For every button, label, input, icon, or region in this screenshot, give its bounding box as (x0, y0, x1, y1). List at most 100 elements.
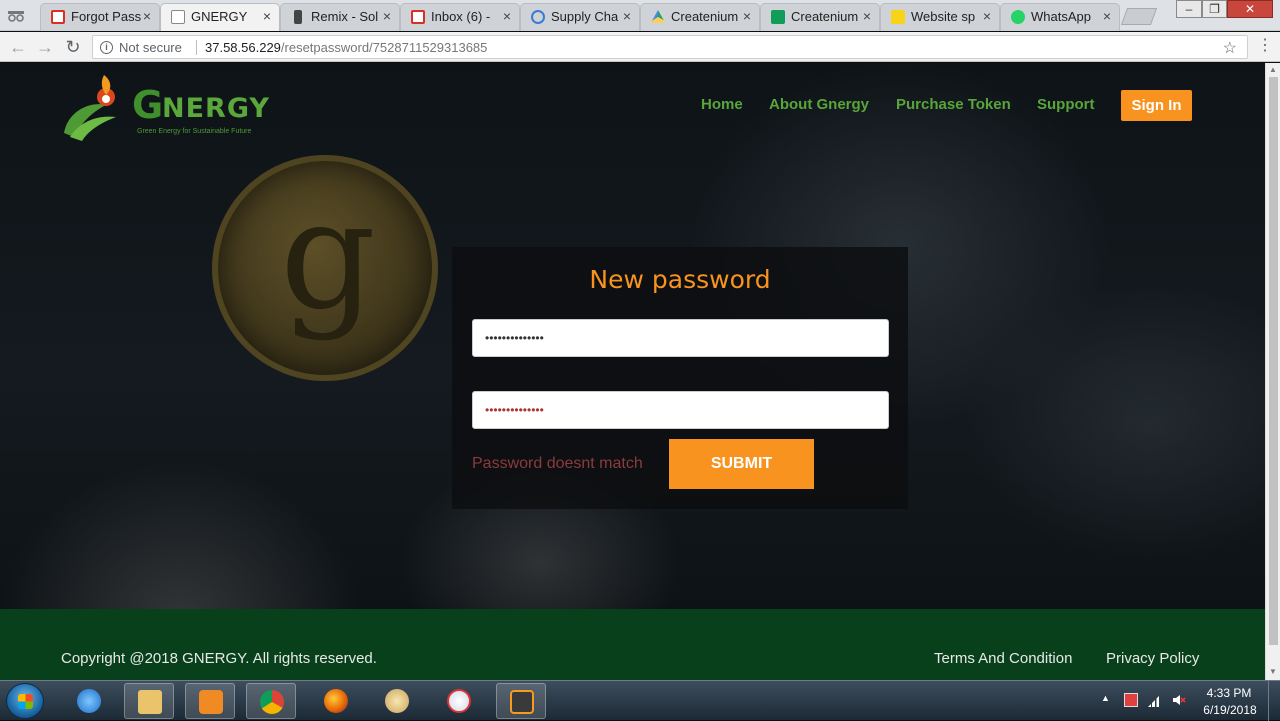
logo-g-letter: G (132, 83, 164, 127)
close-window-button[interactable]: ✕ (1227, 0, 1273, 18)
submit-button[interactable]: SUBMIT (669, 439, 814, 489)
ie-glyph (77, 689, 101, 713)
scroll-thumb[interactable] (1269, 77, 1278, 645)
terms-link[interactable]: Terms And Condition (934, 650, 1072, 667)
paint-icon[interactable] (372, 683, 422, 719)
tab-gnergy[interactable]: GNERGY × (160, 3, 280, 31)
page-icon (171, 10, 185, 24)
info-icon[interactable]: i (100, 41, 113, 54)
start-button[interactable] (6, 683, 44, 719)
nav-support[interactable]: Support (1037, 96, 1095, 113)
address-bar: ← → ↻ i Not secure 37.58.56.229/resetpas… (0, 32, 1280, 62)
windows-taskbar: ▲ 4:33 PM 6/19/2018 (0, 680, 1280, 721)
clock-time[interactable]: 4:33 PM (1204, 686, 1254, 700)
tab-createnium-sheets[interactable]: Createnium × (760, 3, 880, 31)
scroll-down-arrow-icon[interactable]: ▼ (1269, 667, 1277, 676)
security-status[interactable]: Not secure (119, 40, 182, 55)
firefox-glyph (324, 689, 348, 713)
coin-g-glyph: g (280, 169, 377, 343)
chrome-glyph (260, 690, 284, 714)
close-icon[interactable]: × (263, 8, 271, 24)
sign-in-button[interactable]: Sign In (1121, 90, 1192, 121)
tab-label: Remix - Sol (311, 9, 379, 24)
nav-about-gnergy[interactable]: About Gnergy (769, 96, 869, 113)
internet-explorer-icon[interactable] (64, 683, 114, 719)
form-title: New password (589, 265, 771, 294)
scroll-up-arrow-icon[interactable]: ▲ (1269, 65, 1277, 74)
confirm-password-input[interactable]: •••••••••••••• (472, 391, 889, 429)
tab-remix[interactable]: Remix - Sol × (280, 3, 400, 31)
url-text[interactable]: 37.58.56.229/resetpassword/7528711529313… (205, 40, 487, 55)
new-tab-button[interactable] (1120, 8, 1158, 25)
url-field[interactable]: i Not secure 37.58.56.229/resetpassword/… (92, 35, 1248, 59)
forward-arrow-icon[interactable]: → (35, 37, 55, 57)
tab-label: Inbox (6) - (431, 9, 491, 24)
minimize-button[interactable]: – (1176, 0, 1202, 18)
folder-glyph (138, 690, 162, 714)
url-path: /resetpassword/7528711529313685 (280, 40, 488, 55)
url-host: 37.58.56.229 (205, 40, 281, 55)
logo-tagline: Green Energy for Sustainable Future (137, 128, 252, 135)
chrome-icon[interactable] (246, 683, 296, 719)
tab-whatsapp[interactable]: WhatsApp × (1000, 3, 1120, 31)
reload-icon[interactable]: ↻ (63, 37, 83, 57)
nav-home[interactable]: Home (701, 96, 743, 113)
tab-label: Createnium (791, 9, 859, 24)
sheets-icon (771, 10, 785, 24)
privacy-link[interactable]: Privacy Policy (1106, 650, 1199, 667)
drive-icon (651, 10, 665, 23)
close-icon[interactable]: × (503, 8, 511, 24)
clock-date[interactable]: 6/19/2018 (1200, 703, 1260, 717)
close-icon[interactable]: × (863, 8, 871, 24)
show-desktop-button[interactable] (1268, 681, 1280, 721)
new-password-input[interactable]: •••••••••••••• (472, 319, 889, 357)
media-player-icon[interactable] (185, 683, 235, 719)
action-center-flag-icon[interactable] (1124, 693, 1138, 707)
logo-wordmark: NERGY (162, 93, 270, 124)
nav-purchase-token[interactable]: Purchase Token (896, 96, 1011, 113)
close-icon[interactable]: × (983, 8, 991, 24)
show-hidden-icons-arrow[interactable]: ▲ (1101, 693, 1110, 703)
react-icon (531, 10, 545, 24)
coin-background-image: g (212, 155, 438, 381)
close-icon[interactable]: × (383, 8, 391, 24)
gmail-icon (411, 10, 425, 24)
snipping-tool-icon[interactable] (434, 683, 484, 719)
scissors-glyph (447, 689, 471, 713)
vertical-scrollbar[interactable]: ▲ ▼ (1265, 63, 1280, 680)
tab-website-spec[interactable]: Website sp × (880, 3, 1000, 31)
network-signal-icon[interactable] (1148, 693, 1162, 707)
gnergy-logo[interactable]: G NERGY Green Energy for Sustainable Fut… (60, 71, 269, 143)
tab-label: WhatsApp (1031, 9, 1091, 24)
file-explorer-icon[interactable] (124, 683, 174, 719)
tab-forgot-password[interactable]: Forgot Pass × (40, 3, 160, 31)
tab-createnium-drive[interactable]: Createnium × (640, 3, 760, 31)
tab-label: Website sp (911, 9, 976, 24)
tab-label: GNERGY (191, 9, 248, 24)
media-glyph (199, 690, 223, 714)
close-icon[interactable]: × (743, 8, 751, 24)
leaf-flame-icon (64, 75, 116, 141)
tab-supply-chain[interactable]: Supply Cha × (520, 3, 640, 31)
volume-muted-icon[interactable] (1172, 693, 1186, 707)
tab-label: Supply Cha (551, 9, 619, 24)
back-arrow-icon[interactable]: ← (8, 37, 28, 57)
tab-inbox[interactable]: Inbox (6) - × (400, 3, 520, 31)
maximize-button[interactable]: ❐ (1202, 0, 1227, 18)
reset-password-card: New password •••••••••••••• ••••••••••••… (452, 247, 908, 509)
producthunt-icon (891, 10, 905, 24)
firefox-icon[interactable] (311, 683, 361, 719)
sublime-text-icon[interactable] (496, 683, 546, 719)
menu-dots-icon[interactable]: ⋮ (1257, 36, 1273, 56)
tab-strip: Forgot Pass × GNERGY × Remix - Sol × Inb… (0, 0, 1280, 31)
close-icon[interactable]: × (623, 8, 631, 24)
page-content: g G NERGY Green Energy for Sustainable F… (0, 63, 1265, 680)
sublime-glyph (510, 690, 534, 714)
close-icon[interactable]: × (143, 8, 151, 24)
whatsapp-icon (1011, 10, 1025, 24)
close-icon[interactable]: × (1103, 8, 1111, 24)
divider (196, 40, 197, 55)
incognito-icon (8, 11, 24, 22)
bookmark-star-icon[interactable]: ☆ (1223, 38, 1237, 58)
tab-label: Createnium (671, 9, 739, 24)
